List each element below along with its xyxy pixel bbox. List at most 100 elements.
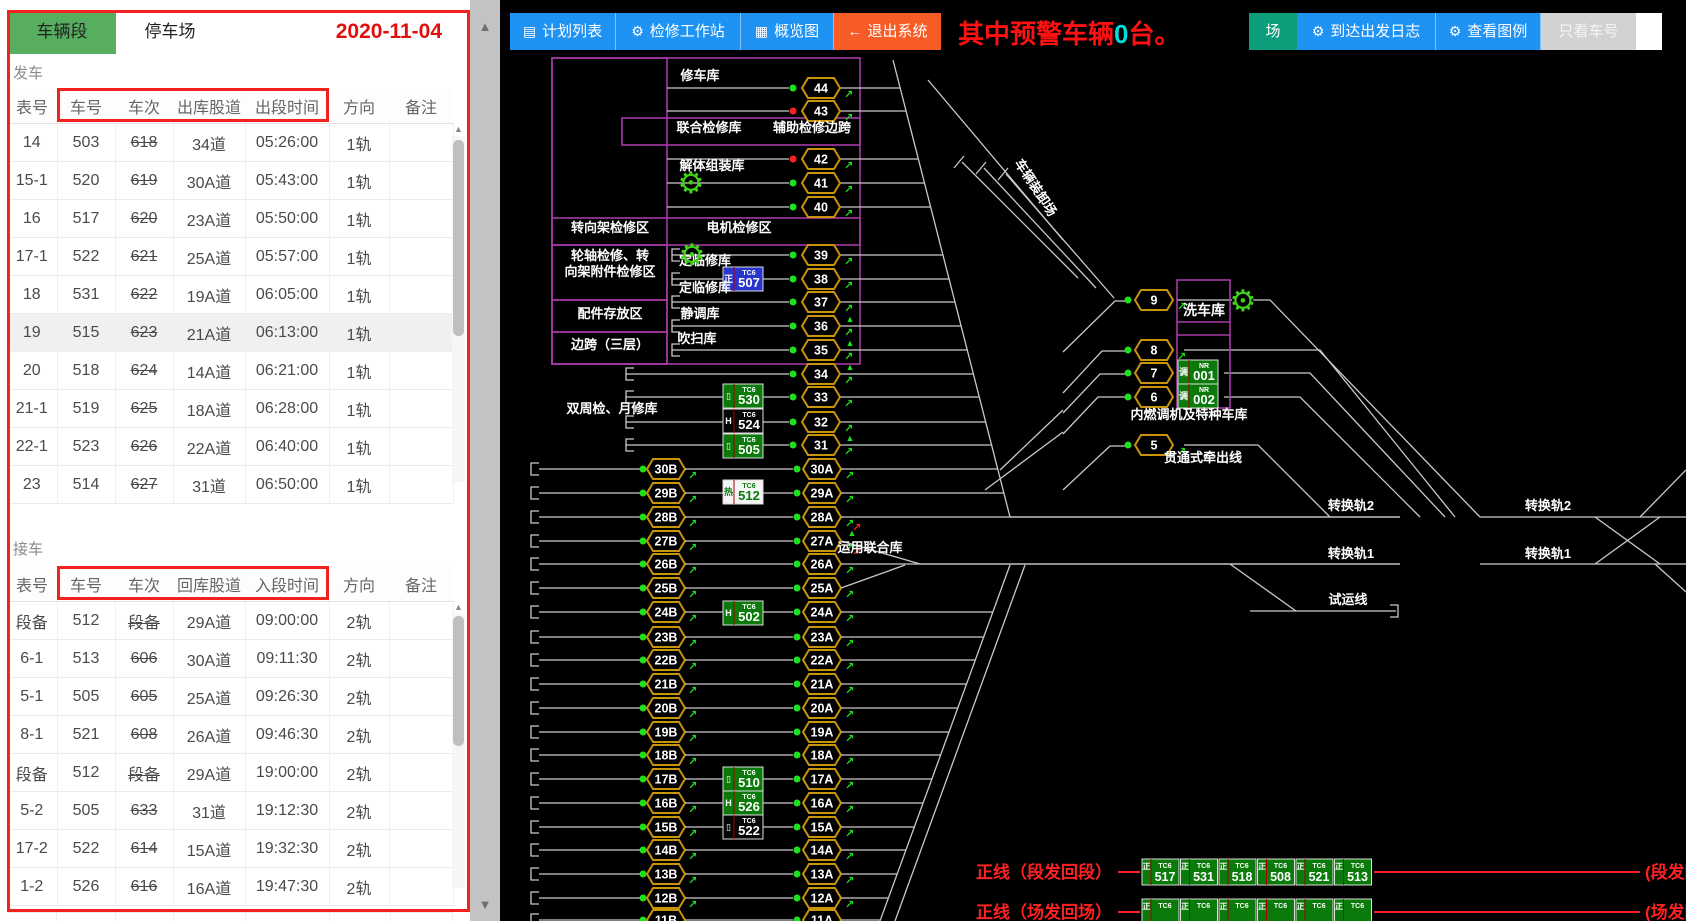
track-line xyxy=(893,60,1010,517)
table-cell: 17-2 xyxy=(7,830,57,868)
plan-list-button[interactable]: ▤计划列表 xyxy=(510,13,616,50)
table-cell: 515 xyxy=(57,314,115,352)
column-header: 表号 xyxy=(7,566,57,602)
exit-system-button[interactable]: ←退出系统 xyxy=(834,13,941,50)
tab-parking-lot[interactable]: 停车场 xyxy=(116,10,224,54)
diagram-label: 508 xyxy=(1270,870,1291,884)
table-row[interactable]: 2051862414A道06:21:001轨 xyxy=(7,352,453,390)
diagram-label: 531 xyxy=(1193,870,1214,884)
diagram-label: ↗ xyxy=(845,613,854,625)
arrival-departure-log-button[interactable]: ⚙到达出发日志 xyxy=(1297,13,1436,50)
diagram-label: 运用联合库 xyxy=(837,540,902,555)
diagram-label: 24B xyxy=(655,606,678,620)
diagram-label: 转换轨2 xyxy=(1328,498,1374,513)
table-row[interactable]: 21-151962518A道06:28:001轨 xyxy=(7,390,453,428)
only-car-number-button[interactable]: 只看车号 xyxy=(1541,13,1636,50)
diagram-label: TC6 xyxy=(1351,863,1364,870)
page-scroll-down-icon[interactable]: ▼ xyxy=(474,894,496,916)
diagram-label: ↗ xyxy=(844,375,853,387)
table-row[interactable]: 1651762023A道05:50:001轨 xyxy=(7,200,453,238)
diagram-label: 518 xyxy=(1232,870,1253,884)
repair-workstation-button[interactable]: ⚙检修工作站 xyxy=(616,13,741,50)
table-cell: 29A道 xyxy=(173,602,245,640)
diagram-label: 25B xyxy=(655,582,678,596)
table-row[interactable]: 1853162219A道06:05:001轨 xyxy=(7,276,453,314)
track-line xyxy=(1063,301,1126,352)
table-row[interactable]: 1450361834道05:26:001轨 xyxy=(7,124,453,162)
view-legend-button[interactable]: ⚙查看图例 xyxy=(1436,13,1541,50)
table-row[interactable]: 22-152362622A道06:40:001轨 xyxy=(7,428,453,466)
diagram-label: ↗ xyxy=(845,899,854,911)
track-signal-dot xyxy=(640,824,647,831)
diagram-label: 23A xyxy=(811,631,834,645)
table-row[interactable]: 段备512段备29A道19:00:002轨 xyxy=(7,754,453,792)
table-row[interactable]: 2351462731道06:50:001轨 xyxy=(7,466,453,504)
track-signal-dot xyxy=(790,156,797,163)
table-row[interactable]: 17-152262125A道05:57:001轨 xyxy=(7,238,453,276)
table-row[interactable]: 1-252661616A道19:47:302轨 xyxy=(7,868,453,906)
diagram-label: ↗ xyxy=(844,398,853,410)
column-header: 方向 xyxy=(329,566,389,602)
gear-icon: ⚙ xyxy=(1312,23,1325,39)
toolbar-right: 场⚙到达出发日志⚙查看图例只看车号 xyxy=(1249,13,1662,50)
table-row[interactable]: 6-151360630A道09:11:302轨 xyxy=(7,640,453,678)
diagram-label: 转向架检修区 xyxy=(571,220,649,235)
page-scroll-up-icon[interactable]: ▲ xyxy=(474,16,496,38)
diagram-label: 转换轨2 xyxy=(1525,498,1571,513)
table-row[interactable]: 1951562321A道06:13:001轨 xyxy=(7,314,453,352)
diagram-label: 18A xyxy=(811,749,834,763)
table-row[interactable]: 5-150560525A道09:26:302轨 xyxy=(7,678,453,716)
table-cell: 5-2 xyxy=(7,792,57,830)
track-signal-dot xyxy=(1125,370,1132,377)
yard-button[interactable]: 场 xyxy=(1249,13,1297,50)
diagram-label: 38 xyxy=(814,273,828,287)
diagram-label: ↗ xyxy=(845,780,854,792)
toolbar-white-box[interactable] xyxy=(1636,13,1662,50)
arrival-scroll-up-icon[interactable]: ▲ xyxy=(452,602,465,612)
column-header: 备注 xyxy=(389,566,453,602)
diagram-label: 热 xyxy=(724,486,733,497)
table-cell: 505 xyxy=(57,792,115,830)
track-signal-dot xyxy=(640,514,647,521)
column-header: 备注 xyxy=(389,88,453,124)
overview-button[interactable]: ▦概览图 xyxy=(741,13,834,50)
column-header: 车次 xyxy=(115,566,173,602)
departure-scrollbar[interactable] xyxy=(452,136,465,482)
table-cell: 17-1 xyxy=(7,238,57,276)
column-header: 方向 xyxy=(329,88,389,124)
table-cell: 23A道 xyxy=(173,200,245,238)
diagram-label: 内燃调机及特种车库 xyxy=(1130,407,1247,422)
table-cell: 05:43:00 xyxy=(245,162,329,200)
maintenance-gear-icon[interactable]: ⚙ xyxy=(1230,285,1257,318)
table-row[interactable]: 17-252261415A道19:32:302轨 xyxy=(7,830,453,868)
table-cell: 31道 xyxy=(173,466,245,504)
diagram-label: ▯ xyxy=(726,441,731,451)
departure-section-label: 发车 xyxy=(13,62,43,83)
diagram-label: ↗ xyxy=(845,804,854,816)
diagram-label: ↗ xyxy=(688,542,697,554)
table-row[interactable]: 5-250563331道19:12:302轨 xyxy=(7,792,453,830)
table-row[interactable]: 15-152061930A道05:43:001轨 xyxy=(7,162,453,200)
departure-scroll-up-icon[interactable]: ▲ xyxy=(452,124,465,134)
table-cell xyxy=(389,352,453,390)
table-row[interactable]: 段备512段备29A道09:00:002轨 xyxy=(7,602,453,640)
page-scrollbar[interactable]: ▲ ▼ xyxy=(470,0,500,921)
arrival-scrollbar[interactable] xyxy=(452,614,465,888)
diagram-label: 辅助检修边跨 xyxy=(773,120,852,135)
table-cell: 06:05:00 xyxy=(245,276,329,314)
maintenance-gear-icon[interactable]: ⚙ xyxy=(679,239,706,272)
table-cell: 517 xyxy=(57,200,115,238)
track-line xyxy=(531,654,539,666)
tab-depot[interactable]: 车辆段 xyxy=(8,10,116,54)
track-line xyxy=(928,80,1063,240)
table-cell: 22A道 xyxy=(173,428,245,466)
table-row[interactable]: 8-152160826A道09:46:302轨 xyxy=(7,716,453,754)
diagram-label: 510 xyxy=(738,775,760,790)
table-cell: 526 xyxy=(57,868,115,906)
diagram-label: 17A xyxy=(811,773,834,787)
maintenance-gear-icon[interactable]: ⚙ xyxy=(678,167,705,200)
table-cell: 16 xyxy=(7,200,57,238)
diagram-label: TC6 xyxy=(1235,863,1248,870)
track-signal-dot xyxy=(790,323,797,330)
track-line xyxy=(531,463,539,475)
